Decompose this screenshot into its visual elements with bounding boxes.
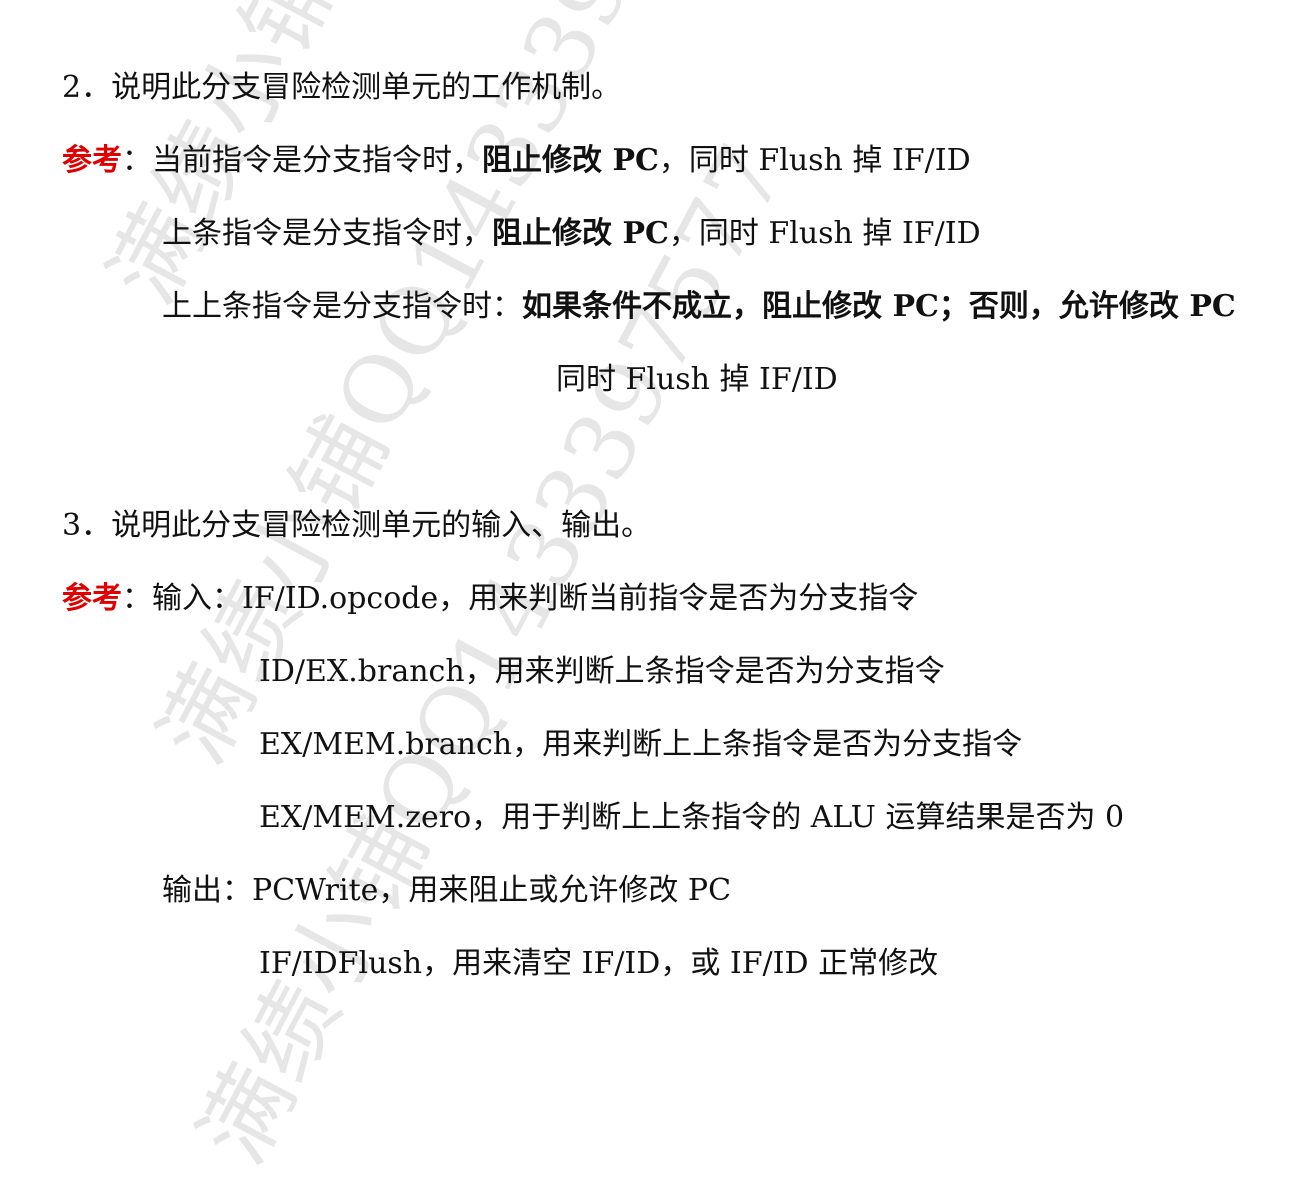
bold-segment: 如果条件不成立，阻止修改 PC；否则，允许修改 PC bbox=[522, 289, 1236, 324]
q2-answer-line-4: 同时 Flush 掉 IF/ID bbox=[556, 362, 838, 397]
text-segment: 当前指令是分支指令时， bbox=[152, 143, 482, 178]
q3-output-line-2: IF/IDFlush，用来清空 IF/ID，或 IF/ID 正常修改 bbox=[259, 946, 939, 981]
bold-segment: 阻止修改 PC bbox=[482, 143, 659, 178]
text-segment: ，同时 Flush 掉 IF/ID bbox=[658, 143, 971, 178]
input-label: 输入： bbox=[152, 581, 242, 616]
watermark: 满绩小铺QQ1433397577 bbox=[178, 126, 807, 1181]
text-segment: ，同时 Flush 掉 IF/ID bbox=[668, 216, 981, 251]
q3-input-line-1: 参考：输入：IF/ID.opcode，用来判断当前指令是否为分支指令 bbox=[62, 581, 918, 617]
q2-answer-line-3: 上上条指令是分支指令时：如果条件不成立，阻止修改 PC；否则，允许修改 PC bbox=[162, 289, 1236, 325]
text-segment: 上上条指令是分支指令时： bbox=[162, 289, 522, 324]
colon: ： bbox=[122, 581, 152, 616]
input-item: IF/ID.opcode，用来判断当前指令是否为分支指令 bbox=[242, 581, 919, 616]
output-item: PCWrite，用来阻止或允许修改 PC bbox=[252, 873, 732, 908]
reference-label: 参考 bbox=[62, 143, 122, 178]
text-segment: 上条指令是分支指令时， bbox=[162, 216, 492, 251]
bold-segment: 阻止修改 PC bbox=[492, 216, 669, 251]
q3-input-line-3: EX/MEM.branch，用来判断上上条指令是否为分支指令 bbox=[259, 727, 1023, 762]
q2-answer-line-2: 上条指令是分支指令时，阻止修改 PC，同时 Flush 掉 IF/ID bbox=[162, 216, 981, 252]
question-2-title: 2．说明此分支冒险检测单元的工作机制。 bbox=[62, 70, 622, 105]
question-3-title: 3．说明此分支冒险检测单元的输入、输出。 bbox=[62, 508, 652, 543]
colon: ： bbox=[122, 143, 152, 178]
q3-input-line-4: EX/MEM.zero，用于判断上上条指令的 ALU 运算结果是否为 0 bbox=[259, 800, 1125, 835]
reference-label: 参考 bbox=[62, 581, 122, 616]
output-label: 输出： bbox=[162, 873, 252, 908]
q3-input-line-2: ID/EX.branch，用来判断上条指令是否为分支指令 bbox=[259, 654, 945, 689]
q2-answer-line-1: 参考：当前指令是分支指令时，阻止修改 PC，同时 Flush 掉 IF/ID bbox=[62, 143, 971, 179]
q3-output-line-1: 输出：PCWrite，用来阻止或允许修改 PC bbox=[162, 873, 731, 909]
